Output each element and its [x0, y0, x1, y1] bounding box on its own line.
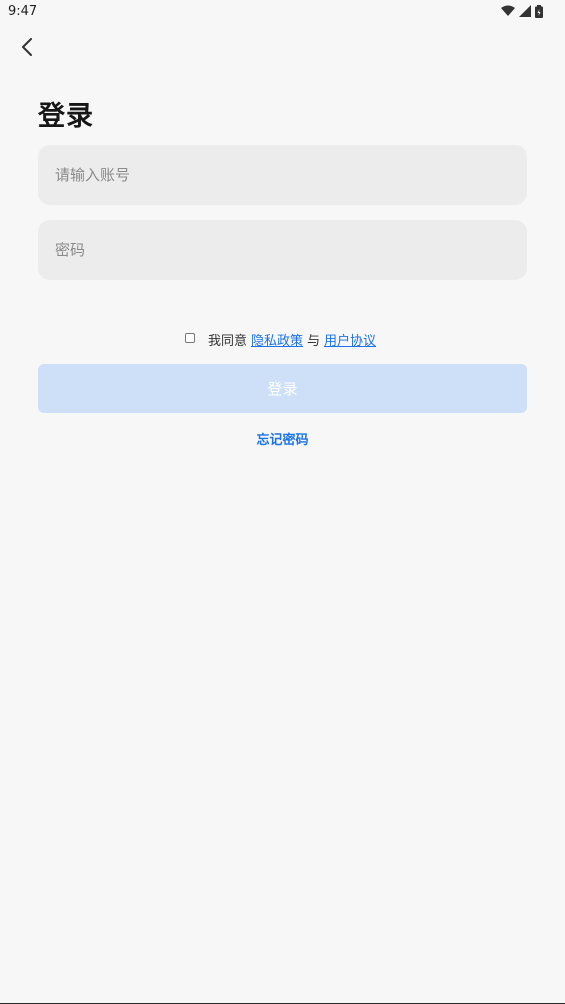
wifi-icon — [501, 5, 515, 17]
back-button[interactable] — [12, 34, 42, 64]
page-title: 登录 — [38, 101, 94, 132]
battery-icon — [535, 4, 543, 18]
signal-icon — [519, 5, 531, 17]
login-button[interactable]: 登录 — [38, 364, 527, 413]
status-time: 9:47 — [8, 4, 38, 19]
agree-checkbox[interactable] — [184, 332, 195, 343]
password-field[interactable] — [38, 220, 527, 280]
chevron-left-icon — [21, 38, 33, 60]
status-bar: 9:47 — [0, 0, 565, 24]
account-field[interactable] — [38, 145, 527, 205]
password-input[interactable] — [53, 240, 512, 260]
agreement-prefix: 我同意 — [207, 334, 247, 349]
agreement-conjunction: 与 — [307, 334, 321, 349]
login-button-label: 登录 — [267, 380, 298, 398]
agreement-row: 我同意 隐私政策 与 用户协议 — [0, 330, 565, 349]
privacy-policy-link[interactable]: 隐私政策 — [251, 330, 303, 349]
user-agreement-link[interactable]: 用户协议 — [324, 330, 376, 349]
status-icons — [501, 4, 543, 18]
forgot-password-link[interactable]: 忘记密码 — [0, 429, 565, 448]
login-screen: 9:47 登录 我同意 隐私政策 与 用户协议 登录 — [0, 0, 565, 1004]
account-input[interactable] — [53, 165, 512, 185]
